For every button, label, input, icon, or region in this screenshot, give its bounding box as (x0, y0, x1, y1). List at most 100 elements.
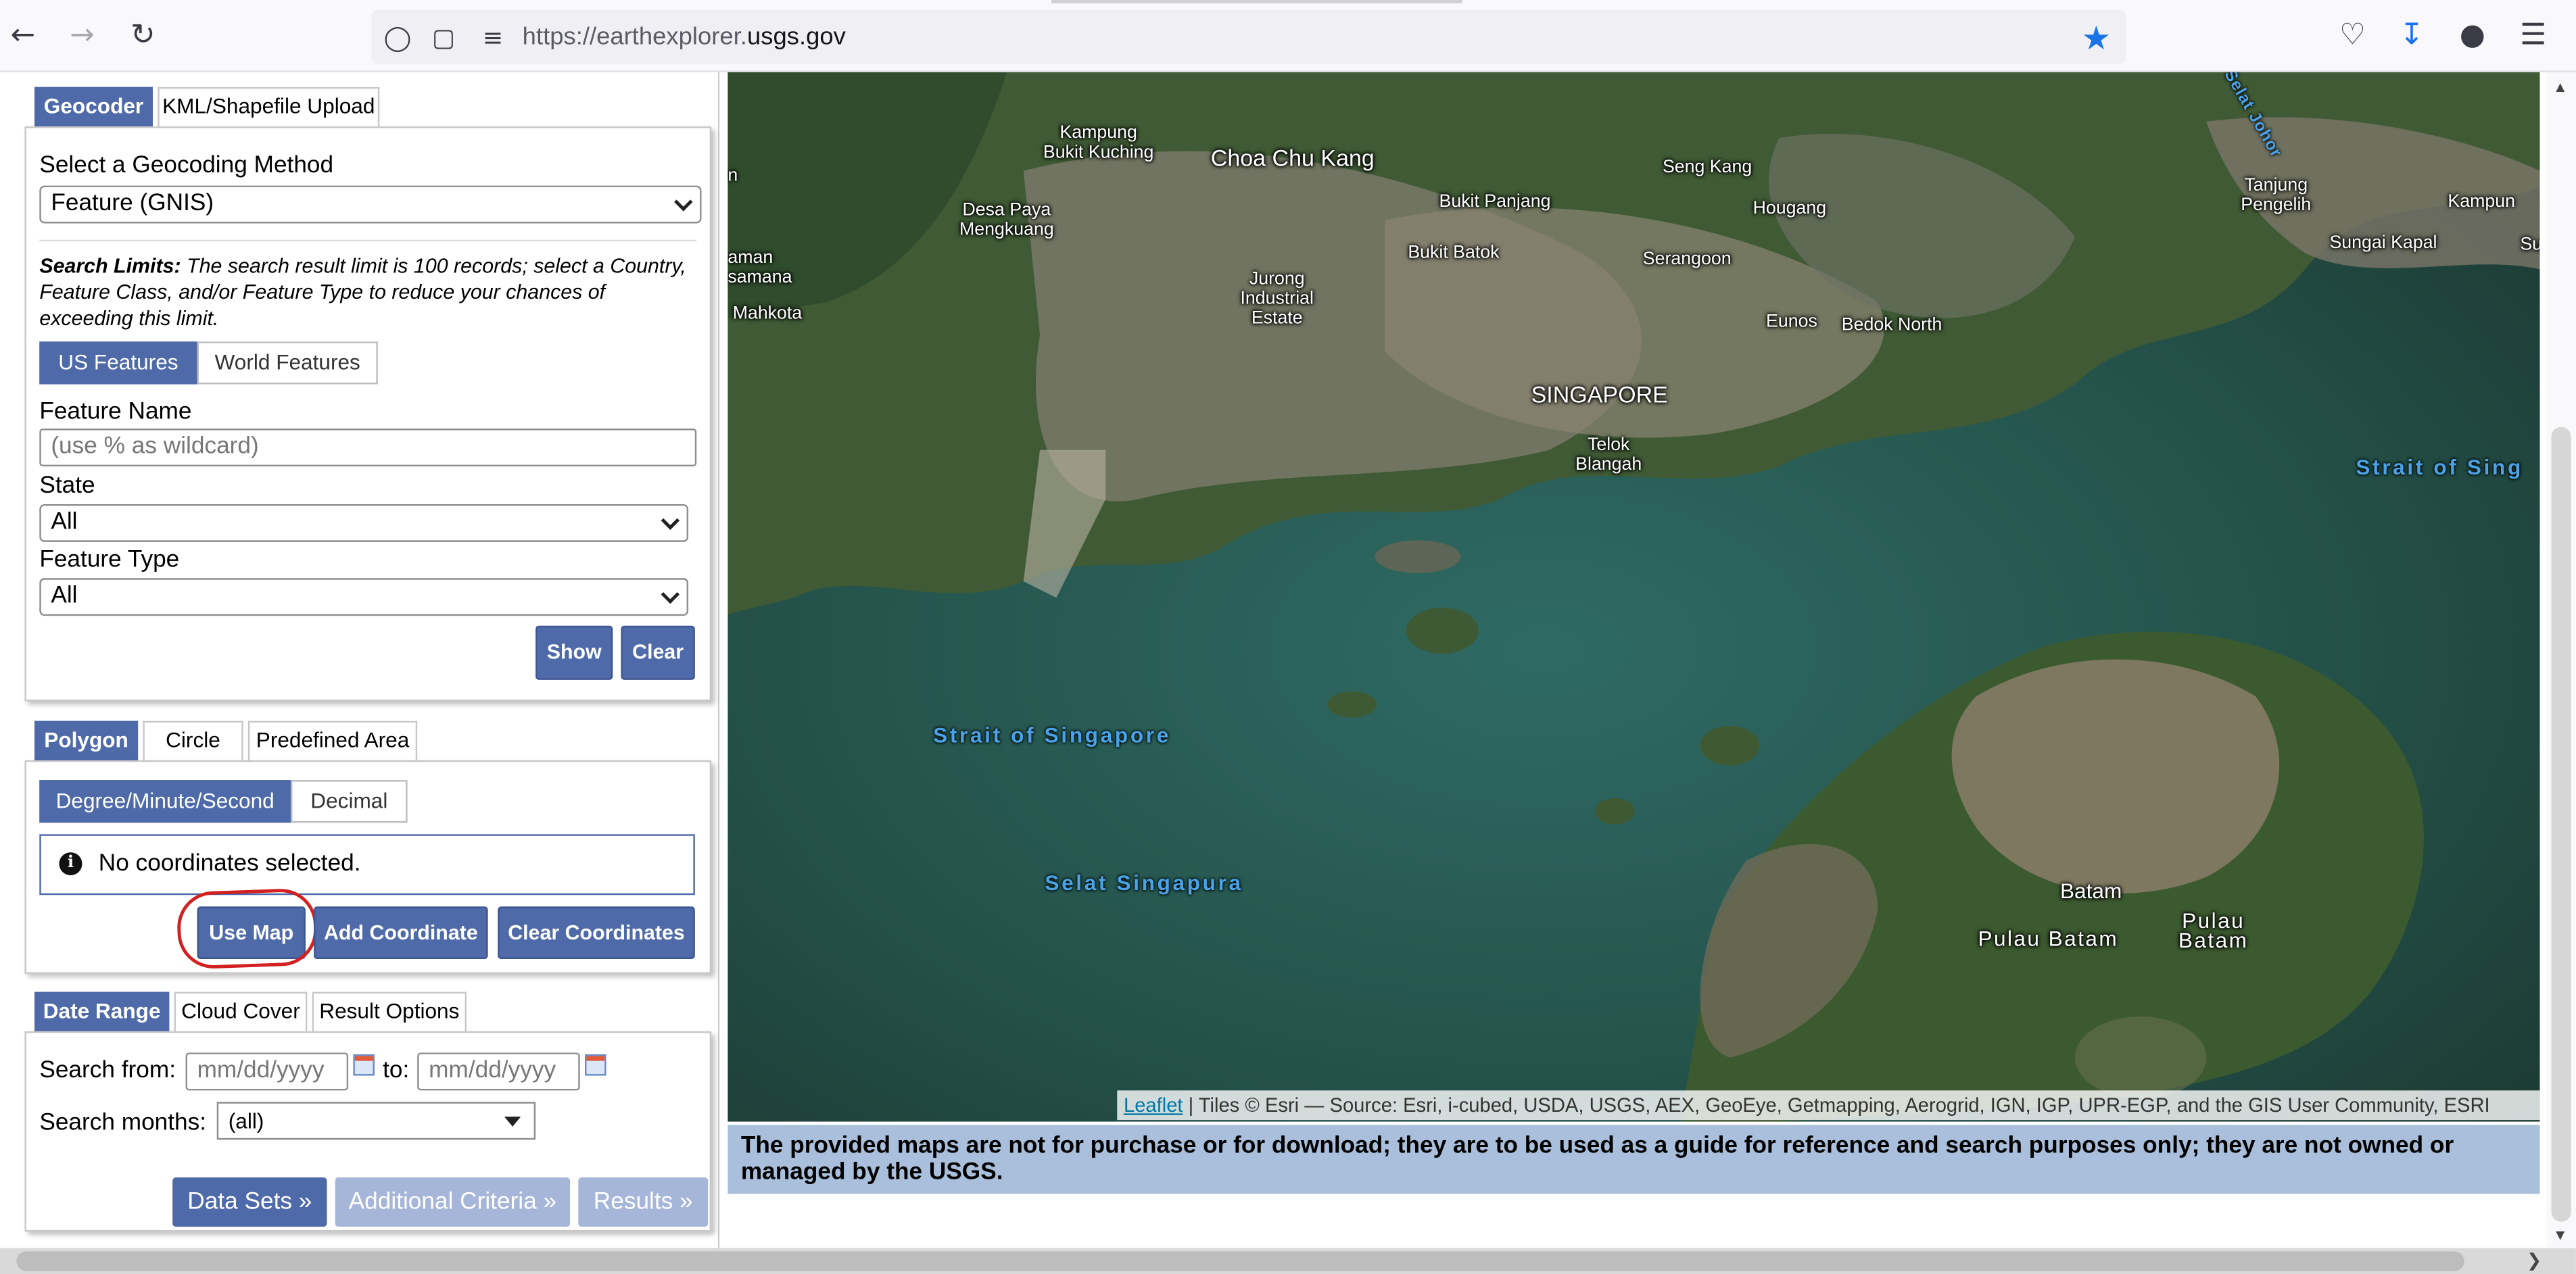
clear-button[interactable]: Clear (621, 625, 695, 680)
map-label-serangoon: Serangoon (1642, 249, 1732, 270)
map-label-mahkota: Mahkota (732, 303, 803, 324)
add-coordinate-button[interactable]: Add Coordinate (314, 906, 488, 960)
tab-kml-upload[interactable]: KML/Shapefile Upload (158, 87, 380, 127)
state-value: All (51, 509, 78, 536)
tab-polygon[interactable]: Polygon (34, 720, 139, 760)
map-label-edge: n (728, 166, 738, 186)
annotation-circle (176, 887, 318, 970)
chevron-down-icon (674, 193, 693, 212)
horizontal-scroll-thumb[interactable] (16, 1251, 2464, 1271)
geocoding-method-select[interactable]: Feature (GNIS) (39, 185, 702, 224)
map-label-tanjung-pengelih: Tanjung Pengelih (2241, 175, 2312, 216)
map-label-telok-blangah: Telok Blangah (1575, 435, 1642, 475)
map-label-selat-singapura: Selat Singapura (1045, 870, 1243, 896)
tab-cloud-cover[interactable]: Cloud Cover (174, 991, 308, 1031)
date-from-input[interactable]: mm/dd/yyyy (185, 1052, 349, 1091)
tab-geocoder[interactable]: Geocoder (34, 87, 153, 127)
map-label-bedok-north: Bedok North (1841, 315, 1942, 335)
attribution-text: | Tiles © Esri — Source: Esri, i-cubed, … (1183, 1094, 2490, 1117)
map-label-strait-of-singapore: Strait of Singapore (933, 722, 1171, 748)
feature-type-select[interactable]: All (39, 578, 689, 616)
map-view[interactable]: Kampung Bukit Kuching Choa Chu Kang Seng … (728, 72, 2540, 1122)
url-domain: usgs.gov (746, 23, 846, 51)
results-button[interactable]: Results » (578, 1177, 709, 1227)
tab-circle[interactable]: Circle (143, 720, 243, 760)
state-label: State (39, 472, 95, 499)
map-label-batam: Batam (2059, 878, 2122, 904)
date-to-input[interactable]: mm/dd/yyyy (417, 1052, 580, 1091)
show-button[interactable]: Show (535, 625, 613, 680)
search-months-select[interactable]: (all) (216, 1102, 536, 1140)
browser-toolbar: ← → ↻ ◯ ▢ ≡ https://earthexplorer.usgs.g… (0, 0, 2576, 72)
info-icon: i (59, 852, 82, 876)
search-criteria-panel: Geocoder KML/Shapefile Upload Select a G… (0, 72, 720, 1248)
map-label-samana: aman samana (728, 247, 792, 288)
dms-toggle[interactable]: Degree/Minute/Second (39, 780, 291, 823)
map-label-strait-of-sing: Strait of Sing (2356, 455, 2523, 480)
additional-criteria-button[interactable]: Additional Criteria » (335, 1177, 571, 1227)
no-coordinates-message: i No coordinates selected. (39, 834, 695, 896)
pocket-icon[interactable]: ♡ (2333, 16, 2372, 55)
vertical-scroll-thumb[interactable] (2551, 426, 2571, 1222)
us-features-toggle[interactable]: US Features (39, 341, 197, 385)
extensions-icon[interactable]: ● (2453, 16, 2492, 55)
map-label-sungai-kapal: Sungai Kapal (2329, 233, 2437, 253)
downloads-icon[interactable]: ↧ (2392, 16, 2431, 55)
map-label-pulau-batam: Pulau Batam (1978, 926, 2119, 951)
state-select[interactable]: All (39, 504, 689, 542)
forward-icon[interactable]: → (62, 16, 101, 55)
map-label-eunos: Eunos (1766, 312, 1817, 332)
map-label-pulau-batam-east: Pulau Batam (2178, 908, 2249, 953)
back-icon[interactable]: ← (3, 16, 43, 55)
search-limits-title: Search Limits: (39, 254, 181, 278)
data-sets-button[interactable]: Data Sets » (172, 1177, 327, 1227)
url-bar[interactable]: ◯ ▢ ≡ https://earthexplorer.usgs.gov ★ (371, 9, 2126, 64)
feature-name-input[interactable]: (use % as wildcard) (39, 428, 697, 467)
geocoding-method-value: Feature (GNIS) (51, 190, 214, 217)
to-label: to: (383, 1057, 410, 1084)
vertical-scrollbar[interactable]: ▲ ▼ (2546, 72, 2576, 1248)
map-label-kampun: Kampun (2448, 192, 2515, 212)
search-months-value: (all) (228, 1108, 264, 1133)
permissions-icon[interactable]: ≡ (473, 18, 512, 57)
url-text[interactable]: https://earthexplorer.usgs.gov (523, 23, 846, 51)
browser-window: ← → ↻ ◯ ▢ ≡ https://earthexplorer.usgs.g… (0, 0, 2576, 1274)
map-label-bukit-batok: Bukit Batok (1408, 243, 1500, 263)
world-features-toggle[interactable]: World Features (197, 341, 378, 385)
horizontal-scrollbar[interactable]: ❯ (0, 1248, 2576, 1274)
feature-name-label: Feature Name (39, 399, 192, 426)
scroll-up-icon[interactable]: ▲ (2553, 79, 2568, 95)
chevron-down-icon (661, 511, 680, 530)
reload-icon[interactable]: ↻ (123, 16, 162, 55)
shield-icon[interactable]: ◯ (378, 18, 417, 57)
menu-icon[interactable]: ☰ (2514, 16, 2553, 55)
calendar-icon[interactable] (585, 1054, 606, 1076)
search-from-label: Search from: (39, 1057, 176, 1084)
clear-coordinates-button[interactable]: Clear Coordinates (498, 906, 695, 960)
feature-type-label: Feature Type (39, 547, 180, 574)
tab-predefined-area[interactable]: Predefined Area (247, 720, 418, 760)
calendar-icon[interactable] (353, 1054, 375, 1076)
geocoding-method-label: Select a Geocoding Method (39, 152, 334, 179)
caret-down-icon (504, 1117, 521, 1127)
scroll-right-icon[interactable]: ❯ (2527, 1250, 2542, 1271)
tab-date-range[interactable]: Date Range (34, 991, 170, 1031)
scroll-down-icon[interactable]: ▼ (2553, 1227, 2568, 1243)
url-prefix: https://earthexplorer. (522, 23, 747, 51)
map-attribution: Leaflet | Tiles © Esri — Source: Esri, i… (1117, 1090, 2540, 1121)
tab-result-options[interactable]: Result Options (312, 991, 467, 1031)
map-label-bukit-panjang: Bukit Panjang (1439, 192, 1551, 212)
map-disclaimer: The provided maps are not for purchase o… (728, 1125, 2540, 1194)
feature-type-value: All (51, 583, 78, 610)
map-label-kampung-bukit-kuching: Kampung Bukit Kuching (1043, 123, 1154, 163)
map-label-choa-chu-kang: Choa Chu Kang (1210, 144, 1375, 171)
search-months-label: Search months: (39, 1110, 207, 1137)
chevron-down-icon (661, 585, 680, 604)
bookmark-star-icon[interactable]: ★ (2076, 18, 2116, 57)
map-label-seng-kang: Seng Kang (1662, 157, 1752, 178)
lock-icon[interactable]: ▢ (424, 18, 463, 57)
map-label-desa-paya-mengkuang: Desa Paya Mengkuang (959, 200, 1054, 240)
tab-strip-edge (1051, 0, 1462, 3)
decimal-toggle[interactable]: Decimal (291, 780, 408, 823)
leaflet-link[interactable]: Leaflet (1124, 1094, 1183, 1117)
